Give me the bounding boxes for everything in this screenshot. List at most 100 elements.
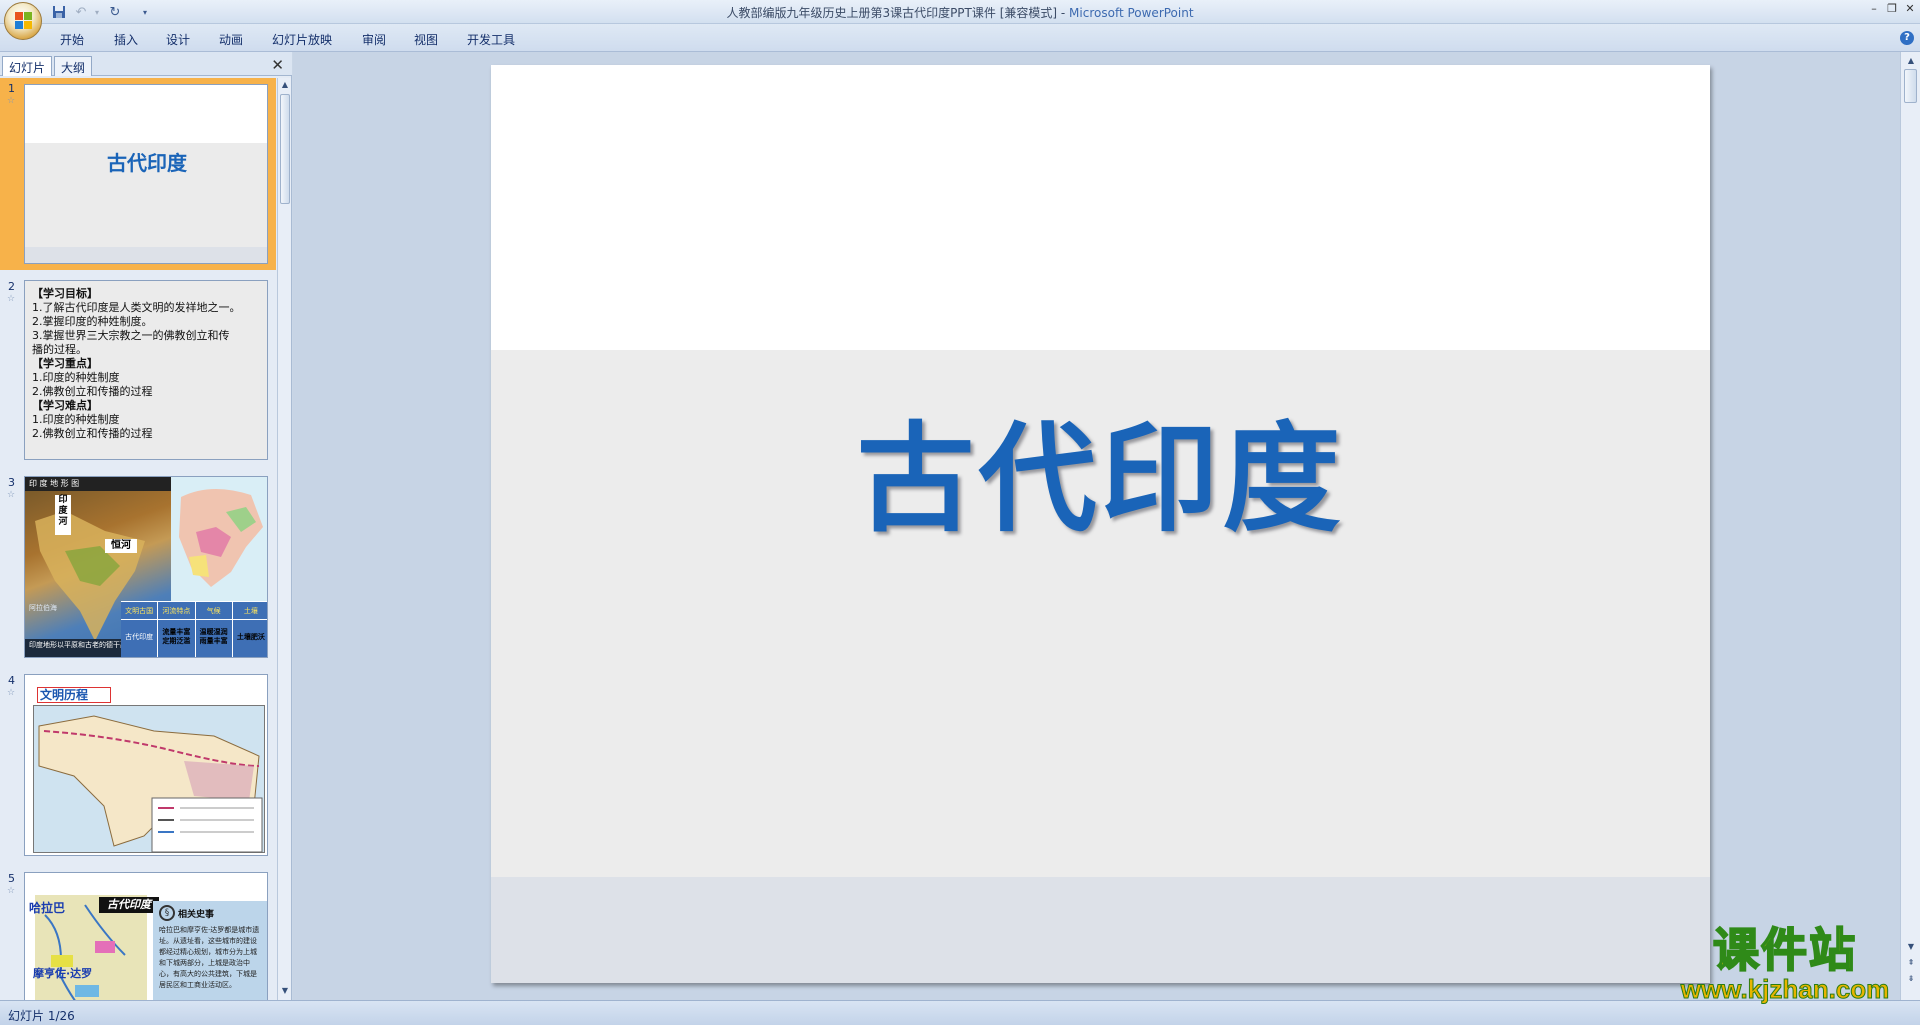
tab-animation[interactable]: 动画	[219, 31, 243, 48]
table-header-cell: 气候	[196, 602, 233, 619]
scroll-up-icon[interactable]: ▲	[278, 78, 292, 92]
thumb-line: 【学习难点】	[32, 399, 98, 412]
box-title: 相关史事	[178, 909, 215, 920]
watermark-logo: 课件站 www.kjzhan.com	[1668, 923, 1902, 1004]
feature-table: 文明古国 河流特点 气候 土壤 古代印度 流量丰富 定期泛滥 温暖湿润 雨量丰富…	[121, 601, 267, 657]
document-title: 人教部编版九年级历史上册第3课古代印度PPT课件 [兼容模式]	[726, 6, 1058, 20]
thumb-title: 古代印度	[107, 151, 187, 175]
restore-button[interactable]: ❐	[1884, 2, 1900, 16]
slide-thumbnail-2[interactable]: 2 ☆ 【学习目标】 1.了解古代印度是人类文明的发祥地之一。 2.掌握印度的种…	[0, 276, 276, 466]
transition-star-icon: ☆	[7, 886, 16, 896]
civilization-map	[33, 705, 265, 853]
table-header-cell: 土壤	[243, 607, 258, 615]
ribbon-tabs: 开始 插入 设计 动画 幻灯片放映 审阅 视图 开发工具 ?	[0, 24, 1920, 52]
current-slide[interactable]: 古代印度	[491, 65, 1710, 983]
thumb-line: 3.掌握世界三大宗教之一的佛教创立和传	[32, 329, 230, 342]
map-label-sea: 阿拉伯海	[29, 604, 57, 612]
tab-developer[interactable]: 开发工具	[467, 31, 515, 48]
transition-star-icon: ☆	[7, 490, 16, 500]
slide-number: 3	[8, 476, 15, 489]
map-label-mohenjo: 摩亨佐·达罗	[33, 967, 93, 980]
status-bar: 幻灯片 1/26	[0, 1000, 1920, 1025]
thumb-line: 2.佛教创立和传播的过程	[32, 385, 153, 398]
tab-slides[interactable]: 幻灯片	[2, 56, 53, 76]
tab-outline[interactable]: 大纲	[54, 56, 93, 76]
slide-number: 2	[8, 280, 15, 293]
scroll-down-icon[interactable]: ▼	[278, 984, 292, 998]
tab-view[interactable]: 视图	[414, 31, 438, 48]
panel-close-icon[interactable]: ✕	[271, 56, 284, 74]
window-title: 人教部编版九年级历史上册第3课古代印度PPT课件 [兼容模式] - Micros…	[726, 6, 1194, 20]
thumbnail-image: 古代印度	[24, 84, 268, 264]
watermark-url: www.kjzhan.com	[1680, 974, 1890, 1004]
asia-map	[171, 477, 267, 601]
map-header: 印 度 地 形 图	[25, 477, 171, 491]
box-text: 哈拉巴和摩亨佐·达罗都是城市遗址。从遗址看，这些城市的建设都经过精心规划，城市分…	[159, 926, 260, 989]
thumb-line: 1.印度的种姓制度	[32, 371, 120, 384]
map-label-harappa: 哈拉巴	[29, 901, 66, 915]
table-header-cell: 文明古国	[121, 602, 159, 619]
table-cell: 古代印度	[121, 620, 159, 657]
slide-count: 幻灯片 1/26	[8, 1009, 75, 1023]
thumb-line: 1.了解古代印度是人类文明的发祥地之一。	[32, 301, 241, 314]
slide-footer-band	[491, 877, 1710, 983]
tab-design[interactable]: 设计	[166, 31, 190, 48]
slide-thumbnail-4[interactable]: 4 ☆ 文明历程	[0, 670, 276, 862]
thumb-heading: 文明历程	[37, 687, 111, 703]
help-icon[interactable]: ?	[1900, 31, 1914, 45]
scroll-down-icon[interactable]: ▼	[1901, 940, 1920, 954]
slide-header-band	[491, 65, 1710, 350]
tab-slideshow[interactable]: 幻灯片放映	[272, 31, 332, 48]
scroll-thumb[interactable]	[1904, 69, 1917, 103]
scroll-up-icon[interactable]: ▲	[1901, 54, 1920, 68]
map-label-indus: 印度河	[55, 495, 71, 535]
table-cell: 温暖湿润 雨量丰富	[196, 620, 233, 657]
slide-editor: 古代印度	[293, 52, 1900, 1000]
thumb-line: 【学习重点】	[32, 357, 98, 370]
office-logo-icon	[15, 12, 33, 30]
title-bar: ↶ ▾ ↻ ▾ 人教部编版九年级历史上册第3课古代印度PPT课件 [兼容模式] …	[0, 0, 1920, 40]
minimize-button[interactable]: –	[1866, 2, 1882, 16]
slide-thumbnail-3[interactable]: 3 ☆ 印 度 地 形 图 印度河 恒河 阿拉伯海 印度地形以平原和古老的德干高…	[0, 472, 276, 664]
transition-star-icon: ☆	[7, 96, 16, 106]
tab-home[interactable]: 开始	[60, 31, 84, 48]
thumb-line: 1.印度的种姓制度	[32, 413, 120, 426]
history-box: § 相关史事 哈拉巴和摩亨佐·达罗都是城市遗址。从遗址看，这些城市的建设都经过精…	[153, 901, 267, 1000]
close-button[interactable]: ✕	[1902, 2, 1918, 16]
tab-insert[interactable]: 插入	[114, 31, 138, 48]
tab-review[interactable]: 审阅	[362, 31, 386, 48]
transition-star-icon: ☆	[7, 688, 16, 698]
thumbnail-image: 哈拉巴 古代印度 摩亨佐·达罗 § 相关史事 哈拉巴和摩亨佐·达罗都是城市遗址。…	[24, 872, 268, 1000]
slides-panel: 幻灯片 大纲 ✕ 1 ☆ 古代印度 2 ☆ 【学习目标】 1.了解古代印度是人类…	[0, 52, 292, 1000]
info-icon: §	[159, 905, 175, 921]
transition-star-icon: ☆	[7, 294, 16, 304]
thumbnail-image: 【学习目标】 1.了解古代印度是人类文明的发祥地之一。 2.掌握印度的种姓制度。…	[24, 280, 268, 460]
slide-thumbnail-1[interactable]: 1 ☆ 古代印度	[0, 78, 276, 270]
thumb-line: 【学习目标】	[32, 287, 98, 300]
thumbnail-image: 文明历程	[24, 674, 268, 856]
scroll-thumb[interactable]	[280, 94, 290, 204]
office-button[interactable]	[4, 2, 42, 40]
thumb-line: 2.佛教创立和传播的过程	[32, 427, 153, 440]
thumbnail-scrollbar[interactable]: ▲ ▼	[277, 78, 291, 1000]
thumb-line: 播的过程。	[32, 343, 87, 356]
thumb-line: 2.掌握印度的种姓制度。	[32, 315, 153, 328]
slide-number: 4	[8, 674, 15, 687]
slide-number: 5	[8, 872, 15, 885]
thumb-title: 古代印度	[99, 897, 159, 913]
app-name: Microsoft PowerPoint	[1069, 6, 1194, 20]
table-cell: 土壤肥沃	[236, 633, 265, 641]
previous-slide-icon[interactable]: ⇞	[1901, 956, 1920, 970]
map-label-ganges: 恒河	[105, 539, 137, 553]
slide-number: 1	[8, 82, 15, 95]
next-slide-icon[interactable]: ⇟	[1901, 972, 1920, 986]
panel-tabs: 幻灯片 大纲 ✕	[0, 52, 292, 76]
watermark-text: 课件站	[1712, 923, 1857, 977]
table-header-cell: 河流特点	[158, 602, 196, 619]
thumbnail-list: 1 ☆ 古代印度 2 ☆ 【学习目标】 1.了解古代印度是人类文明的发祥地之一。…	[0, 78, 276, 1000]
slide-thumbnail-5[interactable]: 5 ☆ 哈拉巴 古代印度 摩亨佐·达罗 § 相关史事 哈拉巴和摩亨佐·达罗都是城…	[0, 868, 276, 1000]
thumbnail-image: 印 度 地 形 图 印度河 恒河 阿拉伯海 印度地形以平原和古老的德干高原 文明…	[24, 476, 268, 658]
slide-title[interactable]: 古代印度	[491, 383, 1710, 554]
editor-scrollbar[interactable]: ▲ ▼ ⇞ ⇟	[1900, 52, 1920, 1000]
table-cell: 流量丰富 定期泛滥	[158, 620, 196, 657]
